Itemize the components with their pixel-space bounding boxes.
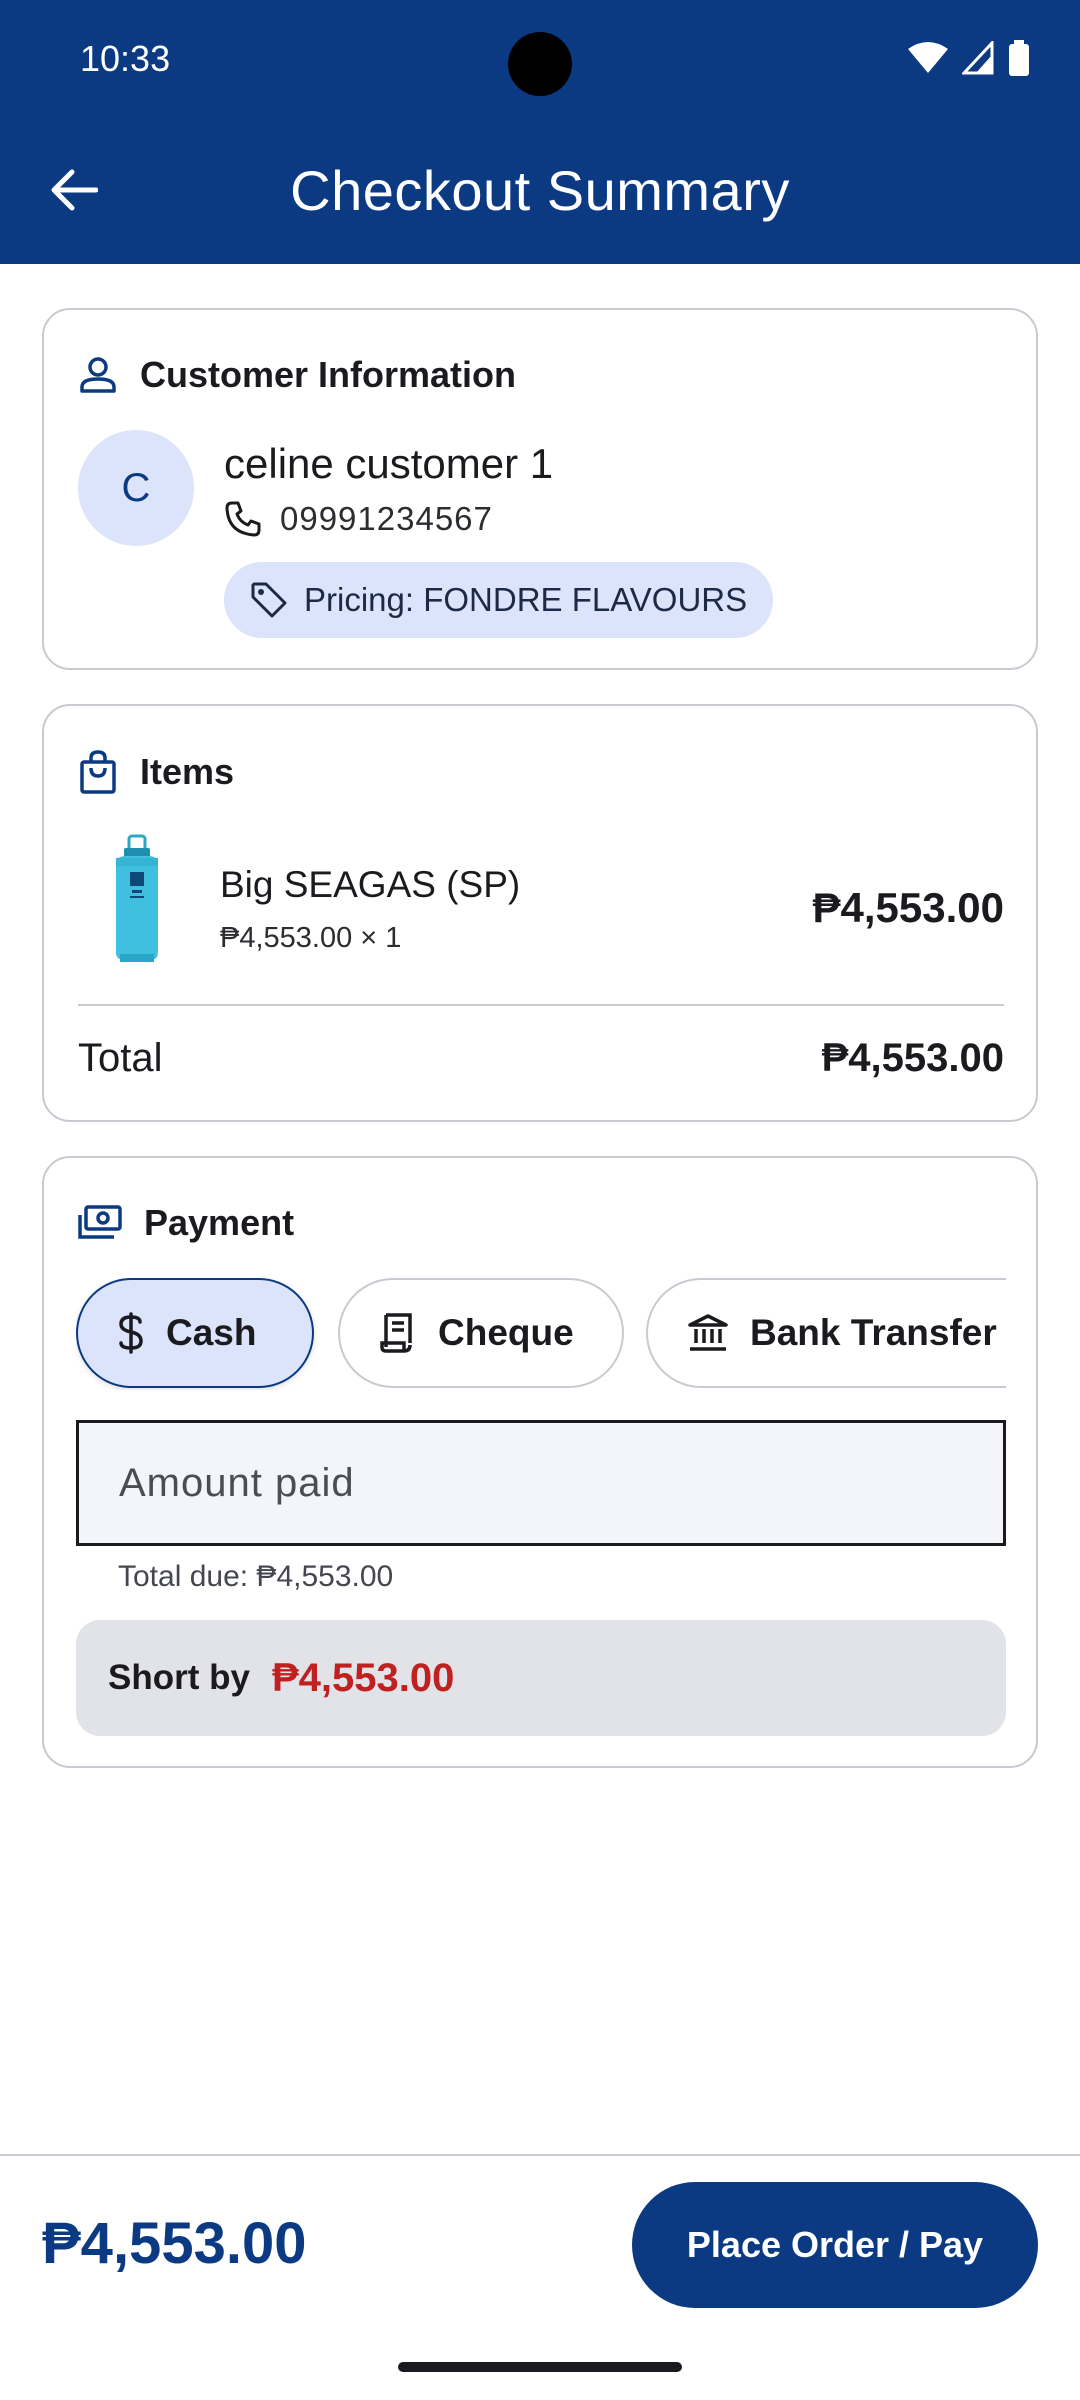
payment-method-cheque[interactable]: Cheque bbox=[338, 1278, 624, 1388]
status-time: 10:33 bbox=[80, 38, 171, 79]
receipt-icon bbox=[380, 1313, 412, 1353]
avatar: C bbox=[78, 430, 194, 546]
order-total: ₱4,553.00 bbox=[42, 2211, 307, 2276]
app-bar: 10:33 Checkout Summary bbox=[0, 0, 1080, 264]
dollar-icon bbox=[119, 1312, 143, 1354]
payment-method-label: Cheque bbox=[438, 1312, 574, 1353]
item-price: ₱4,553.00 bbox=[812, 884, 1004, 931]
list-item: Big SEAGAS (SP) ₱4,553.00 × 1 ₱4,553.00 bbox=[78, 834, 1004, 974]
customer-section-header: Customer Information bbox=[78, 354, 516, 396]
items-section-header: Items bbox=[78, 750, 234, 794]
tag-icon bbox=[251, 582, 287, 618]
amount-paid-input[interactable] bbox=[76, 1420, 1006, 1546]
short-by-banner: Short by ₱4,553.00 bbox=[76, 1620, 1006, 1736]
person-icon bbox=[80, 357, 116, 393]
payment-method-label: Bank Transfer bbox=[750, 1312, 997, 1353]
total-due-helper: Total due: ₱4,553.00 bbox=[118, 1560, 394, 1593]
item-unit-line: ₱4,553.00 × 1 bbox=[220, 922, 402, 954]
total-value: ₱4,553.00 bbox=[821, 1036, 1004, 1080]
phone-icon bbox=[225, 501, 261, 537]
status-bar: 10:33 bbox=[0, 0, 1080, 118]
total-label: Total bbox=[78, 1036, 163, 1080]
gas-cylinder-image bbox=[116, 834, 158, 962]
short-by-value: ₱4,553.00 bbox=[271, 1655, 455, 1700]
pricing-chip: Pricing: FONDRE FLAVOURS bbox=[224, 562, 774, 638]
customer-name: celine customer 1 bbox=[224, 440, 554, 487]
bank-icon bbox=[688, 1314, 728, 1351]
battery-icon bbox=[1009, 40, 1029, 76]
divider bbox=[78, 1004, 1004, 1006]
status-icons bbox=[908, 40, 1030, 76]
payment-method-label: Cash bbox=[166, 1312, 257, 1353]
items-card: Items Big SEAGAS (SP) ₱4,553.00 × 1 ₱4,5… bbox=[42, 704, 1038, 1122]
payment-method-cash[interactable]: Cash bbox=[76, 1278, 314, 1388]
payment-section-header: Payment bbox=[78, 1202, 294, 1244]
gesture-handle[interactable] bbox=[398, 2362, 682, 2372]
customer-info-card: Customer Information C celine customer 1… bbox=[42, 308, 1038, 670]
payments-icon bbox=[78, 1205, 122, 1239]
payment-section-title: Payment bbox=[144, 1202, 295, 1243]
customer-section-title: Customer Information bbox=[140, 354, 517, 395]
pricing-label: Pricing: FONDRE FLAVOURS bbox=[304, 581, 748, 618]
payment-methods: Cash Cheque Bank Transfer bbox=[76, 1278, 1006, 1390]
item-name: Big SEAGAS (SP) bbox=[220, 864, 521, 905]
wifi-icon bbox=[908, 42, 948, 73]
signal-icon bbox=[962, 41, 994, 75]
page-title: Checkout Summary bbox=[290, 159, 790, 222]
camera-cutout bbox=[508, 32, 572, 96]
checkout-screen: 10:33 Checkout Summary Customer Informat… bbox=[0, 0, 1080, 2400]
short-by-label: Short by bbox=[108, 1658, 250, 1697]
customer-phone: 09991234567 bbox=[280, 500, 493, 537]
place-order-button[interactable]: Place Order / Pay bbox=[632, 2182, 1038, 2308]
payment-method-bank-transfer[interactable]: Bank Transfer bbox=[646, 1278, 1006, 1388]
items-section-title: Items bbox=[140, 751, 235, 792]
payment-card: Payment Cash Cheque Bank Transfer Amount… bbox=[42, 1156, 1038, 1768]
customer-phone-row: 09991234567 bbox=[224, 500, 493, 538]
shopping-bag-icon bbox=[80, 750, 116, 794]
